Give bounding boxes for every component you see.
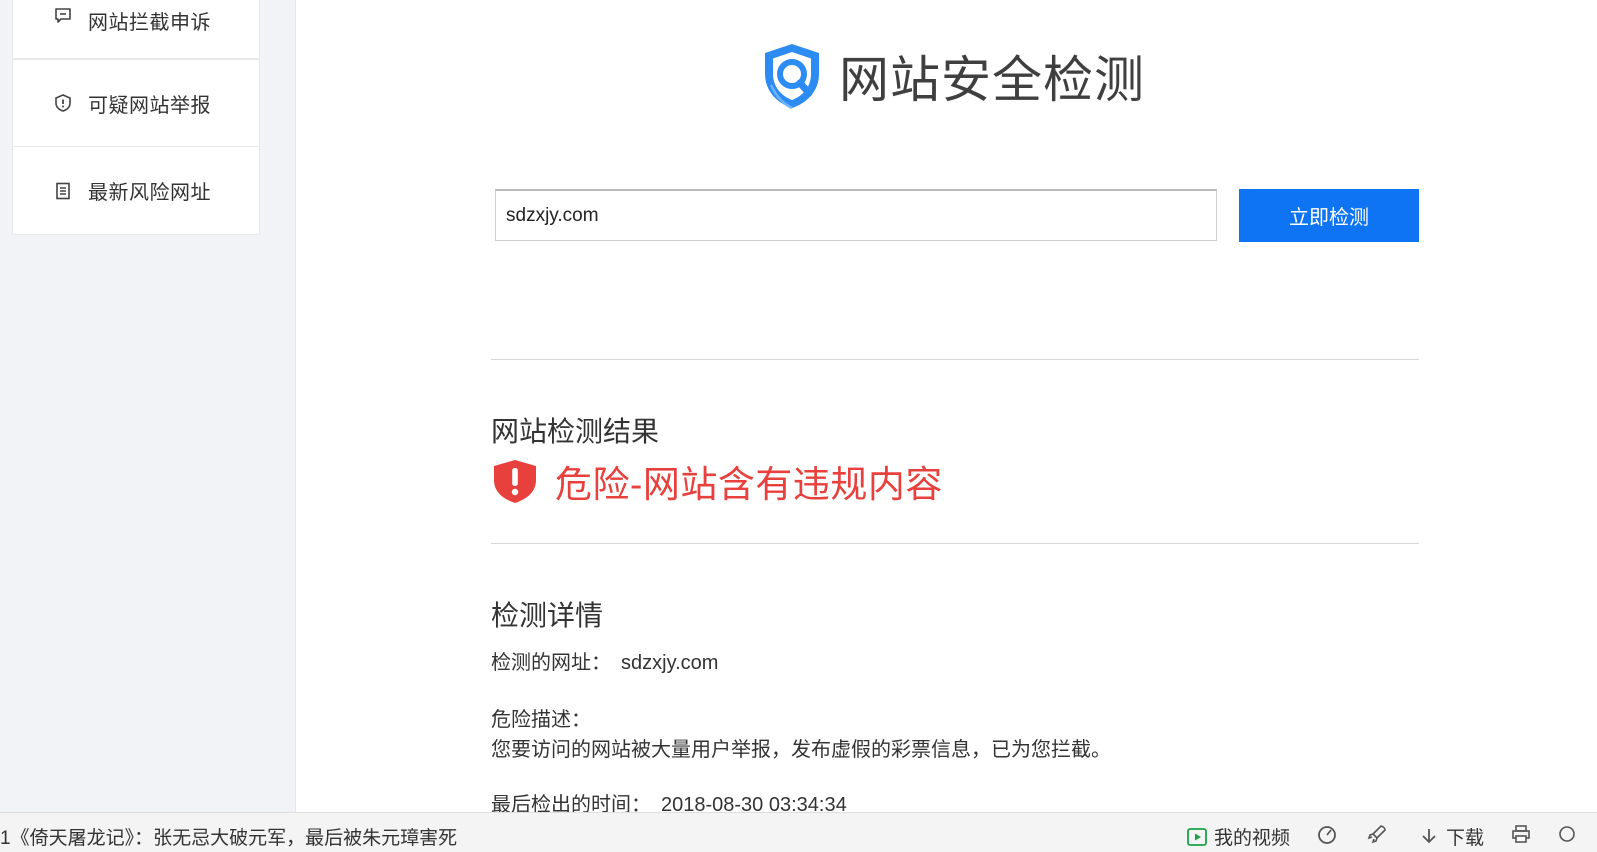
sidebar-item-report[interactable]: 可疑网站举报 [13,60,259,147]
shield-search-logo-icon [765,44,819,110]
sidebar-item-label: 网站拦截申诉 [88,12,211,34]
sidebar-item-appeal[interactable]: 网站拦截申诉 [13,0,259,60]
page-logo: 网站安全检测 [759,40,1145,112]
more-button[interactable] [1556,823,1584,845]
danger-description-label: 危险描述： [491,709,591,731]
result-status: 危险-网站含有违规内容 [491,454,943,508]
browser-status-bar: 1《倚天屠龙记》：张无忌大破元军，最后被朱元璋害死 我的视频 下载 [0,812,1597,852]
document-list-icon [53,181,73,201]
print-button[interactable] [1510,823,1538,845]
play-icon [1186,826,1208,848]
sidebar-menu: 网站拦截申诉 可疑网站举报 最新风险网址 [12,0,260,235]
page-title: 网站安全检测 [839,52,1145,108]
danger-shield-icon [494,460,536,503]
download-label: 下载 [1446,828,1485,849]
url-search-input[interactable] [495,189,1217,241]
speech-bubble-icon [53,6,73,26]
my-video-label: 我的视频 [1214,828,1291,849]
rocket-button[interactable] [1366,823,1394,845]
check-now-button[interactable]: 立即检测 [1239,189,1419,242]
rocket-icon [1366,823,1388,845]
link-icon [1556,823,1578,845]
printer-icon [1510,823,1532,845]
danger-status-text: 危险-网站含有违规内容 [555,464,943,505]
details-heading: 检测详情 [491,600,604,631]
main-content: 网站安全检测 立即检测 网站检测结果 危险-网站含有违规内容 检测详情 检测的网… [297,0,1597,816]
news-ticker-link[interactable]: 1《倚天屠龙记》：张无忌大破元军，最后被朱元璋害死 [0,823,457,850]
detail-url-row: 检测的网址： sdzxjy.com [491,646,718,675]
danger-description-text: 您要访问的网站被大量用户举报，发布虚假的彩票信息，已为您拦截。 [491,739,1111,761]
divider [491,359,1419,360]
detail-url-value: sdzxjy.com [621,652,719,674]
left-pane: 网站拦截申诉 可疑网站举报 最新风险网址 [0,0,296,812]
speedometer-icon [1316,823,1338,845]
download-button[interactable]: 下载 [1418,823,1484,850]
sidebar-item-risk-urls[interactable]: 最新风险网址 [13,147,259,234]
speed-button[interactable] [1316,823,1344,845]
divider [491,543,1419,544]
sidebar-item-label: 可疑网站举报 [88,94,211,117]
result-heading: 网站检测结果 [491,416,660,447]
detail-url-label: 检测的网址： [491,652,611,674]
shield-alert-icon [53,93,73,113]
my-video-button[interactable]: 我的视频 [1186,823,1290,850]
sidebar-item-label: 最新风险网址 [88,182,211,204]
download-icon [1418,826,1440,848]
